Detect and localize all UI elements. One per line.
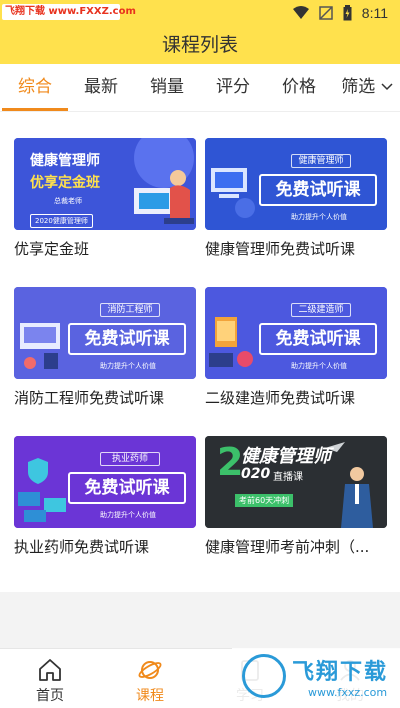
thumb-slogan: 考前60天冲刺: [235, 494, 294, 507]
tab-price[interactable]: 价格: [264, 64, 334, 112]
nav-item-home[interactable]: 首页: [0, 649, 100, 708]
tab-label: 评分: [216, 77, 250, 97]
list-end-spacer: [0, 592, 400, 648]
thumb-slogan: 助力提升个人价值: [100, 362, 156, 370]
course-card[interactable]: 健康管理师 优享定金班 总裁老师 2020健康管理师 优享定金班: [14, 138, 196, 259]
signal-icon: [319, 6, 333, 20]
thumb-year: 020: [241, 466, 271, 482]
wifi-icon: [292, 6, 309, 19]
page-title: 课程列表: [161, 34, 238, 56]
thumb-headline: 免费试听课: [259, 323, 377, 355]
nav-item-label: 首页: [36, 688, 64, 704]
planet-icon: [138, 661, 162, 679]
thumb-headline: 免费试听课: [68, 472, 186, 504]
watermark-bottom-right: 飞翔下载 www.fxxz.com: [232, 648, 400, 708]
course-title: 健康管理师免费试听课: [205, 240, 356, 258]
tab-newest[interactable]: 最新: [66, 64, 136, 112]
tab-comprehensive[interactable]: 综合: [0, 64, 70, 112]
course-thumbnail: 健康管理师 优享定金班 总裁老师 2020健康管理师: [14, 138, 196, 230]
status-icons: 8:11: [292, 3, 388, 23]
thumb-subheading: 优享定金班: [30, 175, 100, 191]
header: 课程列表: [0, 26, 400, 64]
watermark-top-left: 飞翔下载 www.FXXZ.com: [2, 4, 136, 20]
course-title: 消防工程师免费试听课: [14, 389, 165, 407]
watermark-logo-icon: [242, 654, 286, 698]
thumb-headline: 免费试听课: [259, 174, 377, 206]
thumb-live: 直播课: [273, 472, 303, 483]
tab-label: 综合: [18, 77, 52, 97]
thumb-category: 二级建造师: [291, 303, 351, 317]
tab-label: 筛选: [341, 77, 376, 97]
course-grid: 健康管理师 优享定金班 总裁老师 2020健康管理师 优享定金班 健康管理师 免…: [0, 113, 400, 647]
thumb-slogan: 助力提升个人价值: [291, 213, 347, 221]
course-thumbnail: 2 健康管理师 020 直播课 考前60天冲刺: [205, 436, 387, 528]
course-title: 优享定金班: [14, 240, 90, 258]
watermark-text: 飞翔下载: [292, 660, 389, 685]
course-card[interactable]: 2 健康管理师 020 直播课 考前60天冲刺 健康管理师考前冲刺（...: [205, 436, 387, 557]
tab-sales[interactable]: 销量: [132, 64, 202, 112]
course-title: 执业药师免费试听课: [14, 538, 150, 556]
chevron-down-icon: [381, 83, 393, 91]
sort-tabs: 综合 最新 销量 评分 价格 筛选: [0, 64, 400, 112]
course-thumbnail: 消防工程师 免费试听课 助力提升个人价值: [14, 287, 196, 379]
thumb-teacher: 总裁老师: [54, 197, 82, 205]
thumb-slogan: 助力提升个人价值: [291, 362, 347, 370]
thumb-slogan: 助力提升个人价值: [100, 511, 156, 519]
thumb-category: 消防工程师: [100, 303, 160, 317]
active-tab-indicator: [2, 108, 68, 111]
course-thumbnail: 健康管理师 免费试听课 助力提升个人价值: [205, 138, 387, 230]
battery-icon: [343, 5, 352, 21]
thumb-badge: 2020健康管理师: [30, 214, 93, 228]
tab-label: 最新: [84, 77, 118, 97]
course-title: 健康管理师考前冲刺（...: [205, 538, 370, 556]
thumb-heading: 健康管理师: [241, 446, 331, 467]
tab-rating[interactable]: 评分: [198, 64, 268, 112]
thumb-category: 健康管理师: [291, 154, 351, 168]
tab-label: 销量: [150, 77, 184, 97]
course-card[interactable]: 健康管理师 免费试听课 助力提升个人价值 健康管理师免费试听课: [205, 138, 387, 259]
tab-label: 价格: [282, 77, 316, 97]
thumb-heading: 健康管理师: [30, 153, 100, 169]
status-time: 8:11: [361, 5, 388, 21]
thumb-year-digit: 2: [217, 440, 244, 484]
course-card[interactable]: 二级建造师 免费试听课 助力提升个人价值 二级建造师免费试听课: [205, 287, 387, 408]
course-card[interactable]: 消防工程师 免费试听课 助力提升个人价值 消防工程师免费试听课: [14, 287, 196, 408]
watermark-url: www.fxxz.com: [308, 686, 388, 699]
home-icon: [39, 659, 61, 681]
course-thumbnail: 二级建造师 免费试听课 助力提升个人价值: [205, 287, 387, 379]
nav-item-courses[interactable]: 课程: [100, 649, 200, 708]
status-bar: 飞翔下载 www.FXXZ.com 8:11: [0, 0, 400, 26]
thumb-category: 执业药师: [100, 452, 160, 466]
course-thumbnail: 执业药师 免费试听课 助力提升个人价值: [14, 436, 196, 528]
course-card[interactable]: 执业药师 免费试听课 助力提升个人价值 执业药师免费试听课: [14, 436, 196, 557]
course-title: 二级建造师免费试听课: [205, 389, 356, 407]
nav-item-label: 课程: [136, 688, 164, 704]
tab-filter[interactable]: 筛选: [334, 64, 400, 112]
thumb-headline: 免费试听课: [68, 323, 186, 355]
